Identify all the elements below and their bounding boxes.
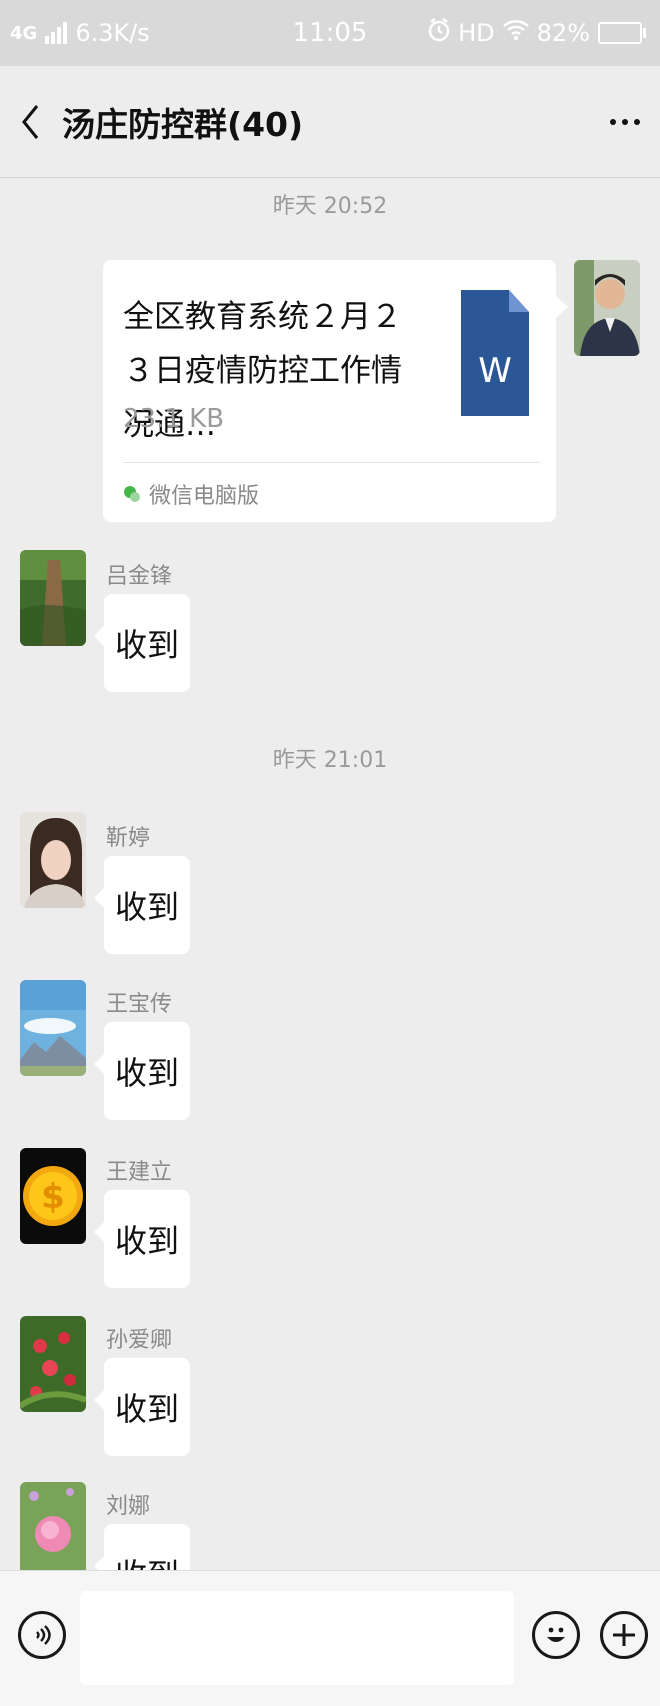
wifi-icon [502, 19, 529, 47]
svg-text:$: $ [41, 1177, 65, 1217]
file-message[interactable]: 全区教育系统２月２３日疫情防控工作情况通… 23.1 KB W 微信电脑版 [103, 260, 568, 522]
file-source: 微信电脑版 [123, 478, 259, 510]
message-bubble[interactable]: 收到 [94, 594, 190, 692]
network-type: 4G [10, 22, 38, 44]
member-avatar[interactable] [20, 980, 86, 1076]
battery-icon [598, 22, 646, 44]
network-speed: 6.3K/s [75, 19, 150, 47]
chevron-left-icon [22, 104, 39, 139]
message-bubble[interactable]: 收到 [94, 856, 190, 954]
chat-title: 汤庄防控群(40) [62, 104, 304, 144]
member-avatar[interactable]: $ [20, 1148, 86, 1244]
input-bar [0, 1570, 660, 1706]
divider [123, 462, 540, 463]
more-options-button[interactable] [610, 66, 640, 177]
member-avatar[interactable] [20, 1316, 86, 1412]
smiley-icon [547, 1627, 565, 1642]
message-bubble[interactable]: 收到 [94, 1190, 190, 1288]
sender-name: 王建立 [106, 1160, 173, 1185]
timestamp: 昨天 20:52 [272, 194, 388, 219]
hd-label: HD [458, 19, 495, 47]
member-avatar[interactable] [20, 1482, 86, 1578]
sender-name: 吕金锋 [106, 564, 173, 589]
file-size: 23.1 KB [123, 404, 225, 434]
word-document-icon: W [461, 290, 529, 416]
sender-name: 刘娜 [106, 1494, 151, 1519]
timestamp: 昨天 21:01 [272, 748, 388, 773]
file-type-letter: W [478, 351, 512, 391]
chat-header: 汤庄防控群(40) [0, 66, 660, 178]
signal-icon [45, 22, 68, 44]
sender-name: 王宝传 [106, 992, 173, 1017]
sender-name: 孙爱卿 [106, 1328, 173, 1353]
more-functions-button[interactable] [600, 1611, 648, 1659]
file-source-label: 微信电脑版 [149, 484, 260, 509]
message-input[interactable] [80, 1591, 514, 1685]
clock: 11:05 [292, 18, 368, 48]
alarm-icon [428, 18, 450, 48]
message-bubble[interactable]: 收到 [94, 1022, 190, 1120]
member-avatar[interactable] [20, 550, 86, 646]
message-bubble[interactable]: 收到 [94, 1358, 190, 1456]
voice-input-button[interactable] [18, 1611, 66, 1659]
member-avatar[interactable] [20, 812, 86, 908]
voice-icon [36, 1625, 51, 1645]
emoji-button[interactable] [532, 1611, 580, 1659]
status-bar: 4G 6.3K/s 11:05 HD 82% [0, 0, 660, 66]
battery-percent: 82% [536, 19, 590, 47]
plus-icon [613, 1624, 635, 1646]
back-button[interactable] [0, 66, 62, 177]
self-avatar[interactable] [574, 260, 640, 356]
wechat-icon [124, 486, 140, 502]
sender-name: 靳婷 [106, 826, 151, 851]
